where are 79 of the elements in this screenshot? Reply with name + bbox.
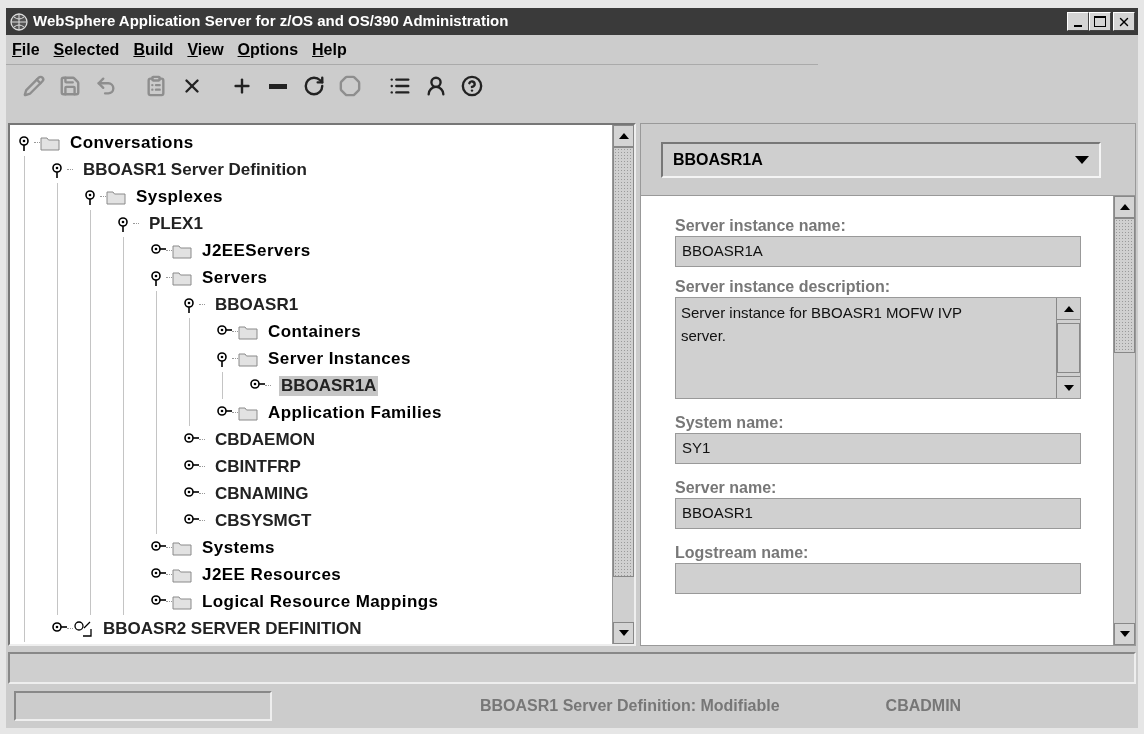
tree-item[interactable]: Application Families: [266, 402, 444, 423]
scroll-up-icon[interactable]: [1063, 305, 1074, 312]
menu-item[interactable]: View: [187, 37, 224, 62]
minimize-button[interactable]: [1067, 12, 1089, 31]
field-label: Server name:: [675, 478, 778, 498]
tree-item[interactable]: Containers: [266, 321, 364, 342]
description-text: Server instance for BBOASR1 MOFW IVP server.: [681, 303, 963, 346]
tree-item[interactable]: J2EEServers: [200, 240, 313, 261]
folder-icon: [172, 593, 192, 610]
instance-dropdown[interactable]: BBOASR1A: [661, 141, 1101, 178]
refresh-icon: [303, 75, 325, 97]
text-field[interactable]: [675, 563, 1081, 594]
tree-item[interactable]: BBOASR2 SERVER DEFINITION: [101, 618, 364, 639]
scroll-down-icon[interactable]: [618, 630, 629, 636]
scrollbar[interactable]: [1113, 196, 1135, 645]
tree-item[interactable]: BBOASR1 Server Definition: [81, 159, 309, 180]
close-button[interactable]: [1113, 12, 1135, 31]
menu-item[interactable]: Options: [237, 37, 299, 62]
pencil-icon: [23, 75, 45, 97]
dropdown-arrow-icon: [1075, 155, 1089, 164]
scroll-thumb[interactable]: [1114, 218, 1135, 353]
field-label: Server instance name:: [675, 216, 847, 236]
clipboard-icon: [145, 75, 167, 97]
folder-icon: [238, 323, 258, 340]
folder-icon: [106, 188, 126, 205]
window-title: WebSphere Application Server for z/OS and OS/390 Administration: [33, 11, 509, 32]
list-icon: [389, 75, 411, 97]
tree-item[interactable]: Logical Resource Mappings: [200, 591, 441, 612]
tree-item[interactable]: BBOASR1: [213, 294, 301, 315]
folder-icon: [40, 134, 60, 151]
tree-item[interactable]: Sysplexes: [134, 186, 225, 207]
menu-item[interactable]: Build: [133, 37, 174, 62]
scroll-up-icon[interactable]: [618, 133, 629, 139]
person-help-icon: [425, 75, 447, 97]
tree-item[interactable]: Conversations: [68, 132, 196, 153]
folder-icon: [172, 269, 192, 286]
tree-item[interactable]: CBSYSMGT: [213, 510, 314, 531]
scroll-thumb[interactable]: [1057, 323, 1080, 373]
tree-item[interactable]: BBOASR1A: [279, 375, 379, 396]
scroll-up-icon[interactable]: [1119, 204, 1130, 210]
scroll-down-icon[interactable]: [1119, 631, 1130, 637]
tree-item[interactable]: J2EE Resources: [200, 564, 344, 585]
folder-icon: [238, 350, 258, 367]
folder-icon: [172, 242, 192, 259]
stop-icon: [339, 75, 361, 97]
scroll-down-icon[interactable]: [1063, 384, 1074, 391]
maximize-icon: [1094, 16, 1106, 27]
help-icon: [461, 75, 483, 97]
folder-icon: [172, 566, 192, 583]
undo-icon: [95, 75, 117, 97]
description-field[interactable]: Server instance for BBOASR1 MOFW IVP server.: [675, 297, 1081, 399]
field-label: System name:: [675, 413, 785, 433]
tree-item[interactable]: Server Instances: [266, 348, 413, 369]
save-icon: [59, 75, 81, 97]
tree-item[interactable]: PLEX1: [147, 213, 205, 234]
tree-item[interactable]: Servers: [200, 267, 270, 288]
folder-icon: [172, 539, 192, 556]
remove-icon: [269, 83, 287, 89]
globe-icon: [9, 11, 29, 32]
status-text: BBOASR1 Server Definition: Modifiable: [480, 696, 780, 716]
field-label: Logstream name:: [675, 543, 810, 563]
menu-item[interactable]: Selected: [53, 37, 120, 62]
scroll-thumb[interactable]: [613, 147, 634, 577]
field-label: Server instance description:: [675, 277, 892, 297]
menu-item[interactable]: Help: [312, 37, 347, 62]
text-field[interactable]: SY1: [675, 433, 1081, 464]
tree-item[interactable]: CBNAMING: [213, 483, 311, 504]
text-field[interactable]: BBOASR1: [675, 498, 1081, 529]
tree-item[interactable]: CBINTFRP: [213, 456, 303, 477]
user-name: CBADMIN: [885, 696, 962, 716]
maximize-button[interactable]: [1089, 12, 1111, 31]
tree-item[interactable]: CBDAEMON: [213, 429, 318, 450]
document-icon: [73, 619, 93, 638]
tree-item[interactable]: Systems: [200, 537, 277, 558]
text-field[interactable]: BBOASR1A: [675, 236, 1081, 267]
folder-icon: [238, 404, 258, 421]
scrollbar[interactable]: [612, 125, 634, 644]
minimize-icon: [1074, 25, 1082, 27]
menu-item[interactable]: File: [12, 37, 40, 62]
